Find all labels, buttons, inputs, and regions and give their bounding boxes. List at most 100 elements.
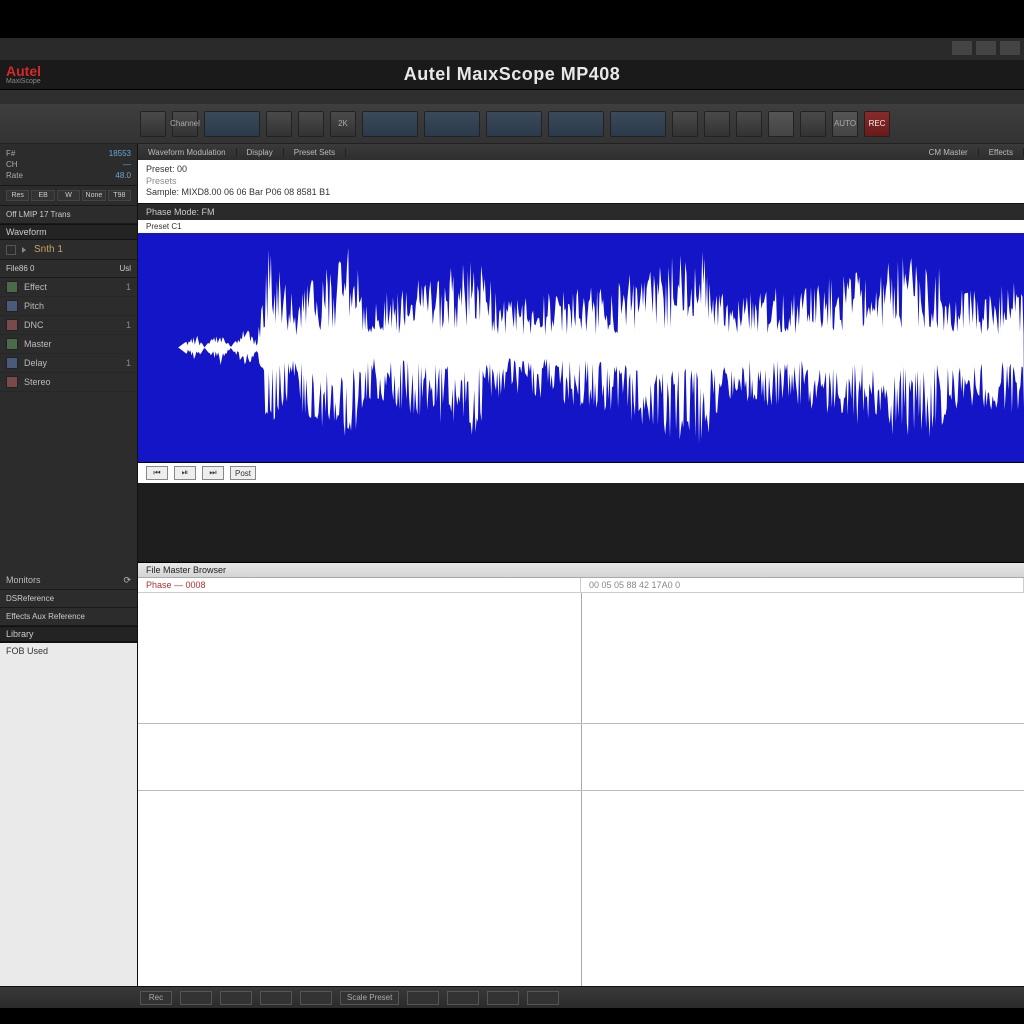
app-body: F#18553CH—Rate48.0 ResEBWNoneT98 Off LMI…: [0, 144, 1024, 986]
sidebar-item-list: Effect1PitchDNC1MasterDelay1Stereo: [0, 278, 137, 392]
toolbar-button-3[interactable]: [266, 111, 292, 137]
layer-icon: [6, 376, 18, 388]
layer-icon: [6, 357, 18, 369]
sidebar-library-header: Library: [0, 626, 137, 642]
status-bar: Rec Scale Preset: [0, 986, 1024, 1008]
title-bar: Autel MaxiScope Autel MaıxScopе MP408: [0, 60, 1024, 90]
window-controls-bar: [0, 38, 1024, 60]
toolbar-button-16[interactable]: AUTO: [832, 111, 858, 137]
refresh-icon[interactable]: ⟳: [123, 575, 131, 586]
waveform-svg: [138, 233, 1024, 462]
layer-icon: [6, 300, 18, 312]
toolbar-button-12[interactable]: [704, 111, 730, 137]
synth-label: Snth 1: [34, 244, 63, 255]
data-grid[interactable]: [138, 593, 1024, 986]
grid-subheader: Phase — 0008 00 05 05 88 42 17A0 0: [138, 578, 1024, 593]
status-button-0[interactable]: Rec: [140, 991, 172, 1005]
toolbar-button-9[interactable]: [548, 111, 604, 137]
layer-icon: [6, 338, 18, 350]
tab-waveform[interactable]: Waveform Modulation: [138, 148, 237, 157]
sidebar: F#18553CH—Rate48.0 ResEBWNoneT98 Off LMI…: [0, 144, 138, 986]
file-info-line3: Sample: MIXD8.00 06 06 Bar P06 08 8581 B…: [146, 187, 1016, 199]
waveform-display[interactable]: [138, 233, 1024, 463]
side-mini-button[interactable]: EB: [31, 190, 54, 201]
sidebar-library-panel: FOB Used: [0, 642, 137, 986]
side-mini-button[interactable]: None: [82, 190, 105, 201]
monitors-header: Monitors: [6, 575, 41, 586]
menu-bar[interactable]: [0, 90, 1024, 104]
sidebar-item[interactable]: DNC1: [0, 316, 137, 335]
sidebar-item[interactable]: Master: [0, 335, 137, 354]
minimize-button[interactable]: [952, 41, 972, 55]
status-button-1[interactable]: [180, 991, 212, 1005]
toolbar-button-14[interactable]: [768, 111, 794, 137]
side-mini-button[interactable]: T98: [108, 190, 131, 201]
sidebar-item[interactable]: Effect1: [0, 278, 137, 297]
monitors-row-1[interactable]: DSReference: [0, 590, 137, 608]
transport-button-3[interactable]: Post: [230, 466, 256, 480]
toolbar-button-10[interactable]: [610, 111, 666, 137]
sidebar-item[interactable]: Stereo: [0, 373, 137, 392]
stat-row: CH—: [6, 159, 131, 170]
file-info-line1: Preset: 00: [146, 164, 1016, 176]
waveform-subheader: Preset C1: [138, 220, 1024, 233]
toolbar-button-15[interactable]: [800, 111, 826, 137]
library-item[interactable]: FOB Used: [0, 643, 137, 659]
toolbar-button-13[interactable]: [736, 111, 762, 137]
panel-toggle-icon[interactable]: [6, 245, 16, 255]
toolbar-button-7[interactable]: [424, 111, 480, 137]
play-icon[interactable]: [22, 247, 28, 253]
sidebar-text-row: Off LMIP 17 Trans: [0, 206, 137, 224]
maximize-button[interactable]: [976, 41, 996, 55]
status-button-4[interactable]: [300, 991, 332, 1005]
sidebar-param-row: File86 0 Usl: [0, 260, 137, 278]
toolbar-button-6[interactable]: [362, 111, 418, 137]
grid-sub-right: 00 05 05 88 42 17A0 0: [581, 578, 1024, 592]
param-label: File86 0: [6, 264, 34, 273]
transport-button-2[interactable]: ⏭: [202, 466, 224, 480]
tab-cm-master[interactable]: CM Master: [919, 148, 979, 157]
layer-icon: [6, 319, 18, 331]
toolbar-button-11[interactable]: [672, 111, 698, 137]
status-button-6[interactable]: [407, 991, 439, 1005]
toolbar-button-8[interactable]: [486, 111, 542, 137]
monitors-row-2[interactable]: Effects Aux Reference: [0, 608, 137, 626]
toolbar-button-2[interactable]: [204, 111, 260, 137]
toolbar-button-17[interactable]: REC: [864, 111, 890, 137]
brand-subtitle: MaxiScope: [6, 78, 41, 85]
toolbar-button-4[interactable]: [298, 111, 324, 137]
toolbar-button-0[interactable]: [140, 111, 166, 137]
tab-display[interactable]: Display: [237, 148, 284, 157]
side-mini-button[interactable]: W: [57, 190, 80, 201]
app-title: Autel MaıxScopе MP408: [404, 64, 621, 85]
dark-strip: [138, 483, 1024, 563]
toolbar-button-1[interactable]: Channel: [172, 111, 198, 137]
waveform-transport-bar: ⏮ ⏯ ⏭ Post: [138, 463, 1024, 483]
main-panel: Waveform Modulation Display Preset Sets …: [138, 144, 1024, 986]
sidebar-stats-panel: F#18553CH—Rate48.0: [0, 144, 137, 186]
transport-button-1[interactable]: ⏯: [174, 466, 196, 480]
stat-row: F#18553: [6, 148, 131, 159]
status-button-8[interactable]: [487, 991, 519, 1005]
transport-button-0[interactable]: ⏮: [146, 466, 168, 480]
sidebar-monitors-section: Monitors ⟳: [0, 572, 137, 590]
status-button-5[interactable]: Scale Preset: [340, 991, 399, 1005]
tab-preset[interactable]: Preset Sets: [284, 148, 346, 157]
status-button-2[interactable]: [220, 991, 252, 1005]
sidebar-section-header: Waveform: [0, 224, 137, 240]
info-tab-bar: Waveform Modulation Display Preset Sets …: [138, 144, 1024, 160]
waveform-header: Phase Mode: FM: [138, 203, 1024, 220]
grid-sub-left: Phase — 0008: [138, 578, 581, 592]
status-button-7[interactable]: [447, 991, 479, 1005]
status-button-3[interactable]: [260, 991, 292, 1005]
grid-header: File Master Browser: [138, 563, 1024, 578]
stat-row: Rate48.0: [6, 170, 131, 181]
sidebar-spacer: [0, 392, 137, 572]
side-mini-button[interactable]: Res: [6, 190, 29, 201]
sidebar-item[interactable]: Pitch: [0, 297, 137, 316]
sidebar-item[interactable]: Delay1: [0, 354, 137, 373]
tab-effects[interactable]: Effects: [979, 148, 1024, 157]
toolbar-button-5[interactable]: 2K: [330, 111, 356, 137]
status-button-9[interactable]: [527, 991, 559, 1005]
close-button[interactable]: [1000, 41, 1020, 55]
